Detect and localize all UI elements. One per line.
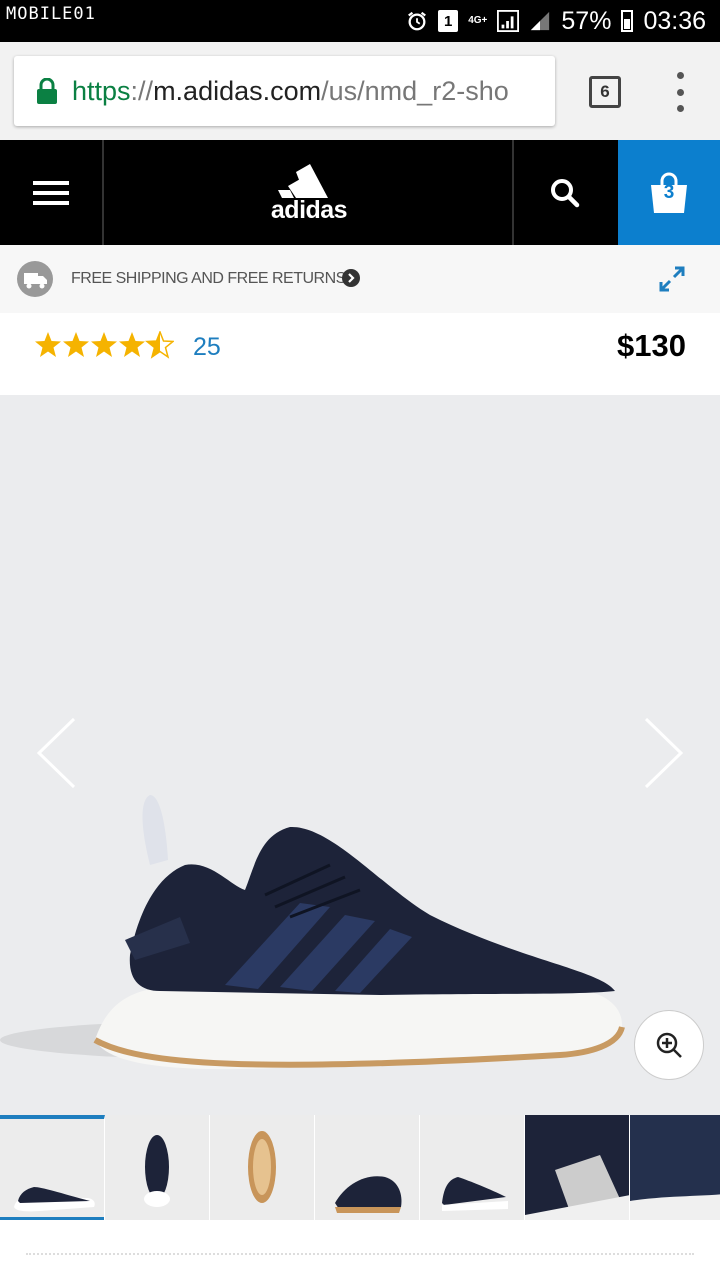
- alarm-icon: [408, 11, 427, 31]
- product-price: $130: [617, 328, 686, 363]
- battery-icon: [621, 10, 634, 32]
- adidas-stripes-icon: [278, 164, 328, 198]
- thumbnail-top-view[interactable]: [105, 1115, 210, 1220]
- shipping-label: FREE SHIPPING AND FREE RETURNS: [71, 270, 346, 287]
- star-rating[interactable]: [34, 331, 174, 359]
- brand-wordmark: adidas: [270, 196, 348, 224]
- thumbnail-strip: [0, 1115, 720, 1220]
- carrier-logo: MOBILE01: [6, 4, 96, 24]
- clock: 03:36: [643, 6, 706, 35]
- url-separator: ://: [130, 75, 154, 106]
- product-image-carousel[interactable]: [0, 395, 720, 1115]
- url-scheme: https: [72, 75, 131, 106]
- thumbnail-front-angle[interactable]: [315, 1115, 420, 1220]
- lock-icon: [37, 78, 57, 104]
- product-summary: 25 $130: [0, 313, 720, 395]
- site-header: adidas 3: [0, 140, 720, 245]
- url-path: /us/nmd_r2-sho: [321, 75, 509, 106]
- next-image-arrow-icon[interactable]: [644, 717, 684, 789]
- thumbnail-sole-view[interactable]: [210, 1115, 315, 1220]
- battery-percent: 57%: [561, 6, 612, 35]
- thumbnail-side-view[interactable]: [0, 1115, 105, 1220]
- shipping-banner[interactable]: FREE SHIPPING AND FREE RETURNS: [0, 245, 720, 313]
- search-button[interactable]: [512, 140, 616, 245]
- brand-logo[interactable]: adidas: [106, 140, 512, 245]
- signal-icon-2: [531, 11, 550, 31]
- thumbnail-detail-heel[interactable]: [525, 1115, 630, 1220]
- signal-icon: [497, 10, 520, 32]
- sim-slot-badge: 1: [438, 10, 459, 32]
- review-count-link[interactable]: 25: [193, 333, 221, 362]
- thumbnail-back-angle[interactable]: [420, 1115, 525, 1220]
- status-bar: MOBILE01 1 4G+ 57% 03:36: [0, 0, 720, 42]
- cart-button[interactable]: 3: [618, 140, 720, 245]
- truck-icon: [17, 261, 53, 297]
- previous-image-arrow-icon[interactable]: [36, 717, 76, 789]
- search-icon: [551, 178, 580, 207]
- url-host: m.adidas.com: [153, 75, 322, 106]
- zoom-in-icon: [656, 1032, 682, 1058]
- product-image-shoe: [0, 795, 625, 1070]
- fullscreen-expand-icon[interactable]: [658, 265, 686, 293]
- chevron-right-circle-icon[interactable]: [342, 269, 360, 287]
- network-type: 4G+: [468, 15, 488, 26]
- tab-switcher-button[interactable]: 6: [589, 76, 621, 108]
- star-rating-icon: [35, 331, 174, 358]
- address-bar[interactable]: https://m.adidas.com/us/nmd_r2-sho: [14, 56, 555, 126]
- hamburger-menu-icon[interactable]: [0, 140, 104, 245]
- zoom-button[interactable]: [634, 1010, 704, 1080]
- section-divider: [26, 1253, 694, 1255]
- browser-toolbar: https://m.adidas.com/us/nmd_r2-sho 6: [0, 42, 720, 140]
- overflow-menu-icon[interactable]: [675, 72, 685, 112]
- thumbnail-detail-knit[interactable]: [630, 1115, 720, 1220]
- cart-count: 3: [663, 182, 675, 203]
